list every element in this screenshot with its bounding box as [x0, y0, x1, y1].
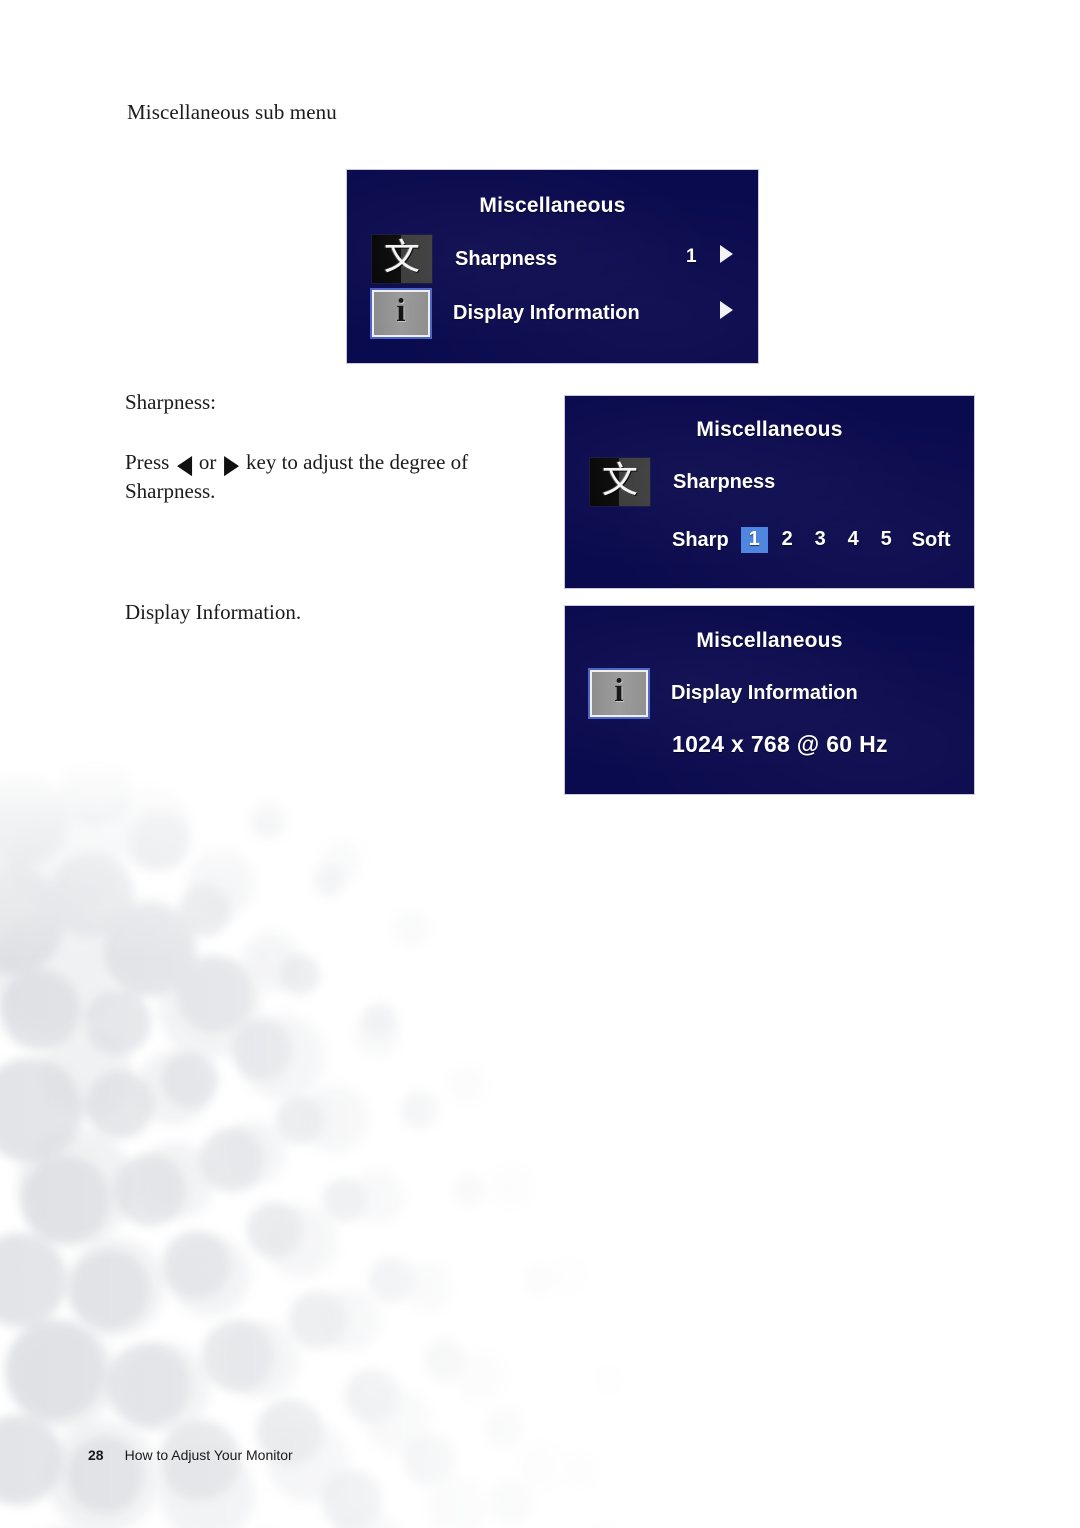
sharpness-tick-1[interactable]: 1 — [740, 527, 768, 553]
osd-menu-item-label-sharpness: Sharpness — [455, 247, 558, 270]
sharpness-section-label: Sharpness: — [125, 390, 216, 414]
osd-menu-title: Miscellaneous — [479, 194, 626, 217]
sharpness-scale[interactable]: Sharp 1 2 3 4 5 Soft — [672, 527, 960, 553]
osd-miscellaneous-menu: Miscellaneous 文 Sharpness 1 i Display In… — [347, 170, 758, 363]
background-fade-overlay — [0, 760, 760, 1528]
osd-display-information-label: Display Information — [671, 682, 858, 704]
sharpness-tick-5[interactable]: 5 — [873, 527, 900, 553]
instruction-prefix: Press — [125, 450, 175, 474]
information-icon-glyph: i — [614, 673, 624, 709]
osd-sharpness-item: 文 Sharpness — [590, 458, 775, 506]
osd-menu-value-sharpness: 1 — [686, 246, 697, 267]
background-bubble-texture — [0, 760, 760, 1528]
display-information-section-label: Display Information. — [125, 600, 302, 624]
left-arrow-icon: ◀ — [176, 449, 192, 480]
instruction-middle: or — [193, 450, 222, 474]
sharpness-tick-4[interactable]: 4 — [840, 527, 867, 553]
page-title: Miscellaneous sub menu — [127, 100, 337, 124]
information-icon-glyph: i — [396, 293, 406, 329]
display-resolution-value: 1024 x 768 @ 60 Hz — [672, 731, 888, 757]
osd-sharpness-panel: Miscellaneous 文 Sharpness — [565, 396, 974, 588]
sharpness-tick-2[interactable]: 2 — [774, 527, 801, 553]
wen-character-glyph: 文 — [601, 460, 638, 501]
information-icon: i — [370, 288, 432, 339]
sharpness-tick-3[interactable]: 3 — [807, 527, 834, 553]
information-icon: i — [588, 668, 650, 719]
footer-chapter-title: How to Adjust Your Monitor — [124, 1447, 293, 1463]
sharpness-scale-left-label: Sharp — [672, 528, 729, 551]
right-arrow-icon: ▶ — [223, 449, 239, 480]
osd-display-information-item: i Display Information — [588, 668, 858, 719]
sharpness-instruction-text: Press ◀ or ▶ key to adjust the degree of… — [125, 448, 525, 506]
osd-display-information-title: Miscellaneous — [696, 629, 843, 652]
right-arrow-icon[interactable] — [720, 245, 733, 263]
page-footer: 28 How to Adjust Your Monitor — [88, 1447, 293, 1463]
wen-character-glyph: 文 — [383, 237, 420, 278]
right-arrow-icon[interactable] — [720, 301, 733, 319]
osd-menu-item-label-display-information: Display Information — [453, 302, 640, 324]
osd-sharpness-label: Sharpness — [673, 470, 776, 493]
osd-menu-item-sharpness[interactable]: 文 Sharpness — [372, 235, 557, 283]
footer-page-number: 28 — [88, 1447, 104, 1463]
osd-display-information-panel: Miscellaneous i Display Information — [565, 606, 974, 794]
sharpness-scale-right-label: Soft — [911, 528, 951, 551]
wen-character-icon: 文 — [590, 458, 650, 506]
wen-character-icon: 文 — [372, 235, 432, 283]
osd-menu-item-display-information[interactable]: i Display Information — [370, 288, 640, 339]
osd-sharpness-title: Miscellaneous — [696, 418, 843, 441]
